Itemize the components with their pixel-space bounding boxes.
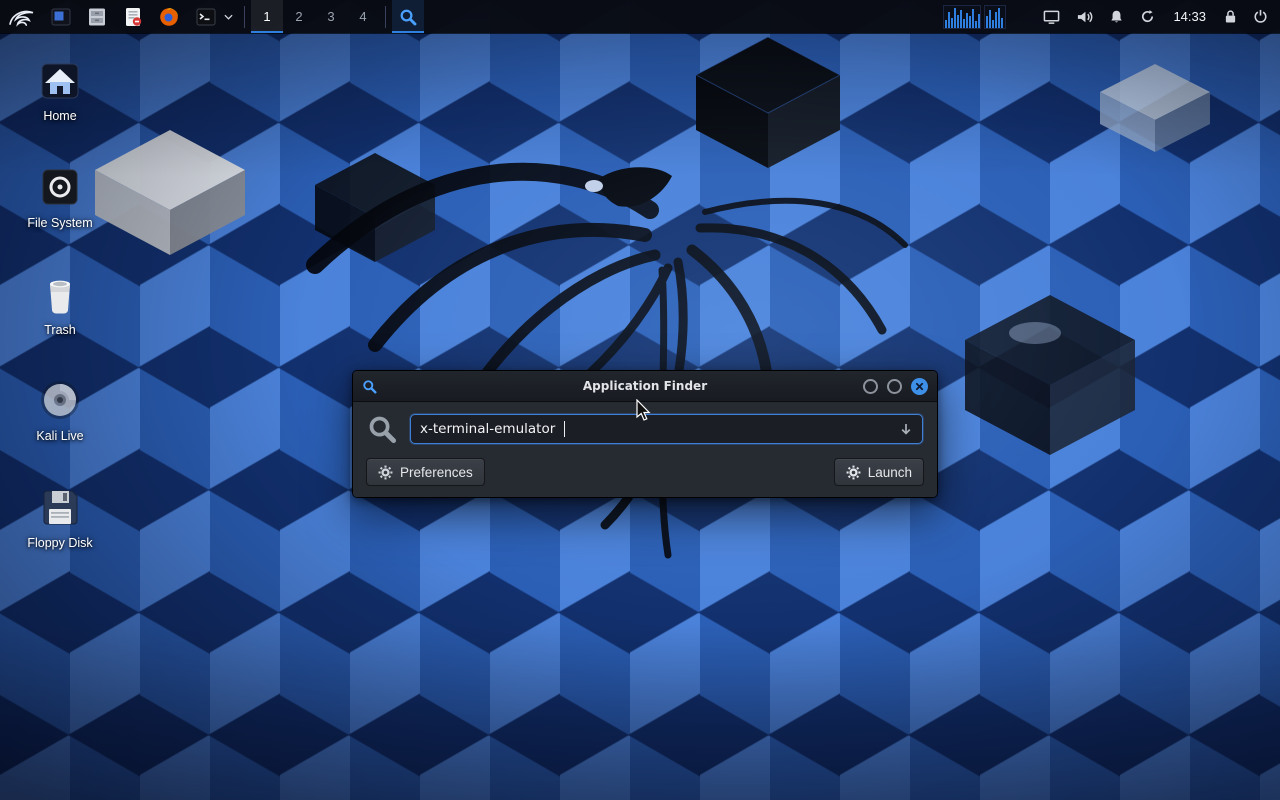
- minimize-button[interactable]: [863, 379, 878, 394]
- terminal-dropdown-button[interactable]: [223, 0, 236, 33]
- top-panel: 1 2 3 4: [0, 0, 1280, 33]
- titlebar[interactable]: Application Finder: [353, 371, 937, 402]
- chevron-down-icon: [224, 14, 233, 20]
- dragon-eye-highlight: [585, 180, 603, 192]
- search-input[interactable]: x-terminal-emulator: [410, 414, 923, 444]
- panel-separator: [244, 6, 245, 28]
- search-row: x-terminal-emulator: [365, 412, 925, 458]
- volume-icon: [1076, 9, 1093, 25]
- applications-menu-button[interactable]: [0, 0, 43, 33]
- desktop-icon-label: Floppy Disk: [27, 537, 92, 551]
- clock[interactable]: 14:33: [1171, 9, 1208, 24]
- display-icon: [1043, 9, 1060, 25]
- workspace-3-button[interactable]: 3: [315, 0, 347, 33]
- panel-separator: [385, 6, 386, 28]
- desktop-icon-floppy-disk[interactable]: Floppy Disk: [14, 483, 106, 551]
- panel-right-section: 14:33: [944, 0, 1280, 33]
- workspace-2-button[interactable]: 2: [283, 0, 315, 33]
- trash-icon: [36, 270, 84, 318]
- file-cabinet-icon: [86, 6, 108, 28]
- lock-icon: [1224, 9, 1237, 24]
- notifications-tray-button[interactable]: [1109, 9, 1124, 24]
- desktop: 1 2 3 4: [0, 0, 1280, 800]
- app-finder-icon: [399, 8, 417, 26]
- maximize-button[interactable]: [887, 379, 902, 394]
- notifications-bell-icon: [1109, 9, 1124, 24]
- power-icon: [1253, 9, 1268, 24]
- kali-dragon-head: [600, 167, 672, 206]
- display-settings-tray-button[interactable]: [1043, 9, 1060, 25]
- desktop-icon-label: Home: [43, 110, 76, 124]
- application-finder-panel-button[interactable]: [392, 0, 424, 33]
- desktop-icon-home[interactable]: Home: [14, 56, 106, 124]
- white-cube: [95, 130, 245, 255]
- preferences-button[interactable]: Preferences: [366, 458, 485, 486]
- desktop-icon-label: File System: [27, 217, 92, 231]
- window-app-finder-icon: [362, 379, 377, 394]
- launcher-blue-window[interactable]: [43, 0, 79, 33]
- window-controls: [863, 378, 928, 395]
- light-cube-right: [1100, 64, 1210, 152]
- cpu-graph[interactable]: [944, 6, 980, 28]
- file-system-drive-icon: [36, 163, 84, 211]
- lock-screen-button[interactable]: [1224, 9, 1237, 24]
- desktop-icon-column: Home File System Trash: [14, 56, 106, 551]
- launcher-firefox[interactable]: [151, 0, 187, 33]
- search-icon: [367, 414, 397, 444]
- floppy-disk-icon: [36, 483, 84, 531]
- workspace-4-button[interactable]: 4: [347, 0, 379, 33]
- volume-tray-button[interactable]: [1076, 9, 1093, 25]
- system-monitor-graphs: [944, 6, 1005, 28]
- launcher-text-editor[interactable]: [115, 0, 151, 33]
- desktop-icon-kali-live[interactable]: Kali Live: [14, 376, 106, 444]
- logout-button[interactable]: [1253, 9, 1268, 24]
- desktop-icon-label: Kali Live: [36, 430, 83, 444]
- search-input-value: x-terminal-emulator: [420, 421, 555, 437]
- window-title: Application Finder: [353, 379, 937, 393]
- dropdown-arrow-icon[interactable]: [899, 422, 913, 436]
- close-button[interactable]: [911, 378, 928, 395]
- home-folder-icon: [36, 56, 84, 104]
- close-icon: [915, 382, 924, 391]
- desktop-icon-file-system[interactable]: File System: [14, 163, 106, 231]
- gear-icon: [378, 465, 393, 480]
- updates-icon: [1140, 9, 1155, 24]
- launch-button-label: Launch: [868, 465, 912, 480]
- dialog-buttons-row: Preferences Launch: [365, 458, 925, 486]
- launcher-file-manager[interactable]: [79, 0, 115, 33]
- black-cube-top: [696, 37, 840, 168]
- preferences-button-label: Preferences: [400, 465, 473, 480]
- desktop-icon-label: Trash: [44, 324, 76, 338]
- application-finder-window: Application Finder x-terminal-emulator: [352, 370, 938, 498]
- launch-gear-icon: [846, 465, 861, 480]
- terminal-icon: [195, 6, 217, 28]
- black-cube-left: [315, 153, 435, 262]
- glass-cube-right: [965, 295, 1135, 455]
- workspace-1-button[interactable]: 1: [251, 0, 283, 33]
- panel-left-section: 1 2 3 4: [0, 0, 424, 33]
- text-editor-icon: [122, 6, 144, 28]
- blue-window-icon: [50, 6, 72, 28]
- launcher-terminal[interactable]: [189, 0, 223, 33]
- net-graph[interactable]: [985, 6, 1005, 28]
- dialog-body: x-terminal-emulator Preferences: [353, 402, 937, 497]
- firefox-icon: [158, 6, 180, 28]
- updates-tray-button[interactable]: [1140, 9, 1155, 24]
- text-caret: [564, 421, 565, 437]
- kali-live-disc-icon: [36, 376, 84, 424]
- kali-menu-icon: [8, 6, 35, 27]
- launch-button[interactable]: Launch: [834, 458, 924, 486]
- terminal-launcher-group: [187, 0, 238, 33]
- desktop-icon-trash[interactable]: Trash: [14, 270, 106, 338]
